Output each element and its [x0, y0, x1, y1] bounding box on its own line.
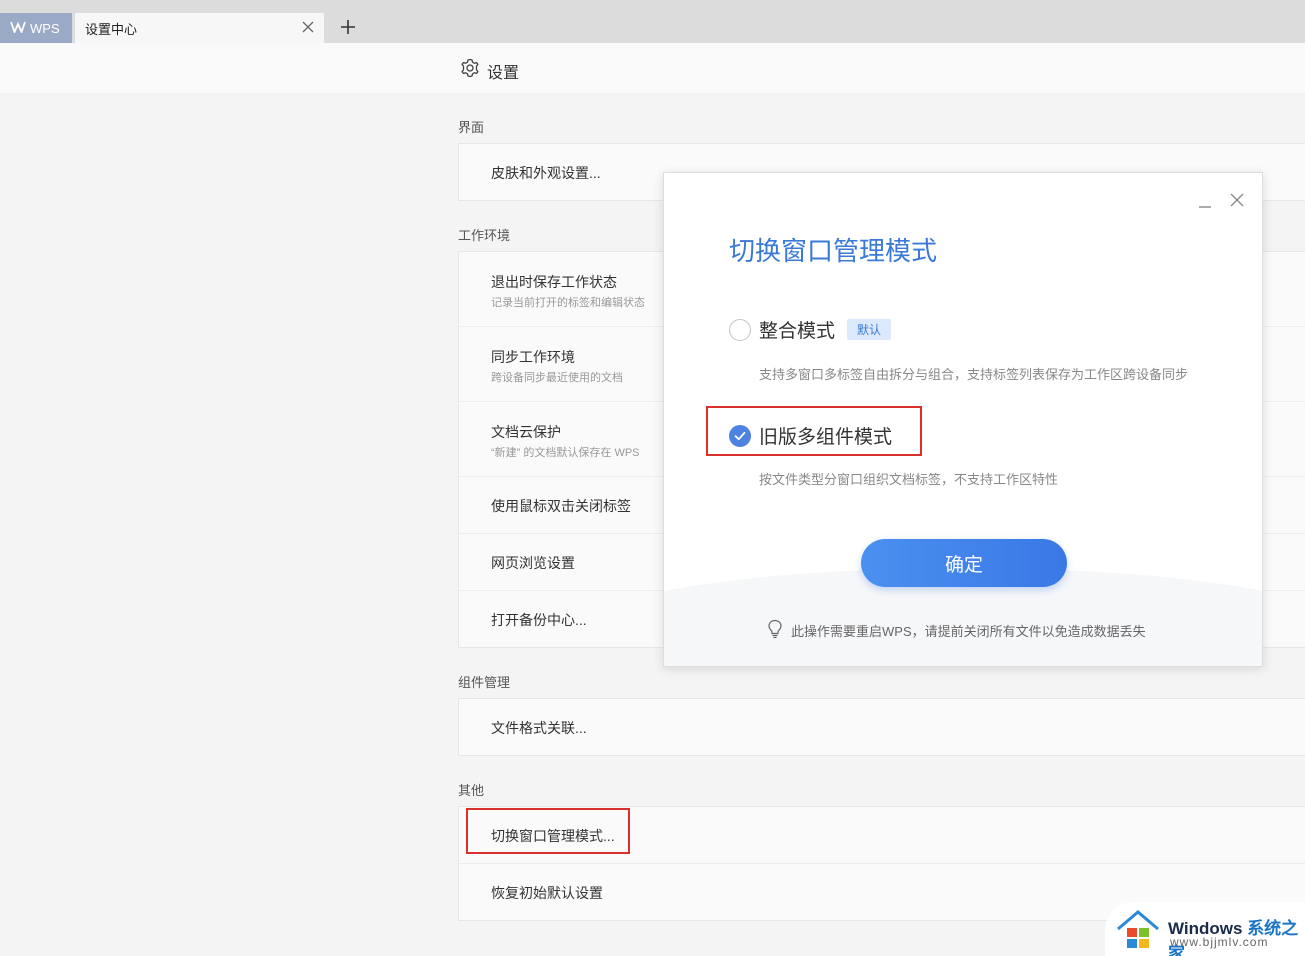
setting-desc: 跨设备同步最近使用的文档 [491, 372, 623, 384]
setting-label: 同步工作环境 [491, 349, 575, 365]
option-label: 整合模式 [759, 321, 836, 342]
lightbulb-icon [767, 619, 783, 642]
tab-wps[interactable]: WPS [0, 13, 72, 43]
section-label-other: 其他 [458, 783, 485, 798]
section-label-ui: 界面 [458, 120, 485, 135]
close-icon[interactable] [300, 19, 316, 35]
setting-label: 文档云保护 [491, 424, 561, 440]
highlight-box-legacy-option [706, 406, 922, 456]
tab-wps-label: WPS [30, 20, 60, 36]
option-desc: 支持多窗口多标签自由拆分与组合，支持标签列表保存为工作区跨设备同步 [759, 367, 1189, 382]
highlight-box-switch-mode [466, 808, 630, 854]
setting-label: 打开备份中心... [491, 612, 587, 628]
setting-label: 恢复初始默认设置 [491, 885, 603, 901]
gear-icon [460, 58, 480, 78]
setting-label: 退出时保存工作状态 [491, 274, 617, 290]
setting-label: 文件格式关联... [491, 720, 587, 736]
card-components: 文件格式关联... [458, 698, 1305, 756]
section-label-work-env: 工作环境 [458, 228, 511, 243]
setting-label: 网页浏览设置 [491, 555, 575, 571]
close-icon[interactable] [1229, 192, 1245, 208]
tip-text: 此操作需要重启WPS，请提前关闭所有文件以免造成数据丢失 [791, 624, 1146, 639]
tab-settings-center[interactable]: 设置中心 [75, 13, 324, 43]
add-tab-icon[interactable] [338, 17, 358, 37]
watermark-url: www.bjjmlv.com [1170, 935, 1269, 949]
default-badge: 默认 [847, 319, 892, 340]
setting-label: 皮肤和外观设置... [491, 165, 601, 181]
setting-label: 使用鼠标双击关闭标签 [491, 498, 631, 514]
page-header: 设置 [0, 43, 1305, 93]
option-desc: 按文件类型分窗口组织文档标签，不支持工作区特性 [759, 472, 1059, 487]
windows-house-logo-icon [1115, 907, 1161, 953]
tab-settings-label: 设置中心 [85, 21, 138, 37]
tab-bar: WPS 设置中心 [0, 0, 1305, 43]
dialog-title: 切换窗口管理模式 [729, 236, 938, 266]
watermark: Windows 系统之家 www.bjjmlv.com [1105, 902, 1305, 956]
setting-desc: 记录当前打开的标签和编辑状态 [491, 297, 645, 309]
wps-logo-icon [10, 21, 26, 36]
page-title: 设置 [487, 65, 520, 82]
minimize-icon[interactable] [1198, 195, 1212, 209]
setting-desc: “新建” 的文档默认保存在 WPS [491, 447, 640, 459]
section-label-components: 组件管理 [458, 675, 511, 690]
radio-integrated[interactable] [729, 318, 751, 341]
confirm-button[interactable]: 确定 [861, 539, 1067, 587]
restart-tip: 此操作需要重启WPS，请提前关闭所有文件以免造成数据丢失 [767, 619, 1146, 642]
option-integrated-mode[interactable]: 整合模式 默认 [729, 316, 892, 343]
setting-row-file-assoc[interactable]: 文件格式关联... [459, 699, 1305, 755]
